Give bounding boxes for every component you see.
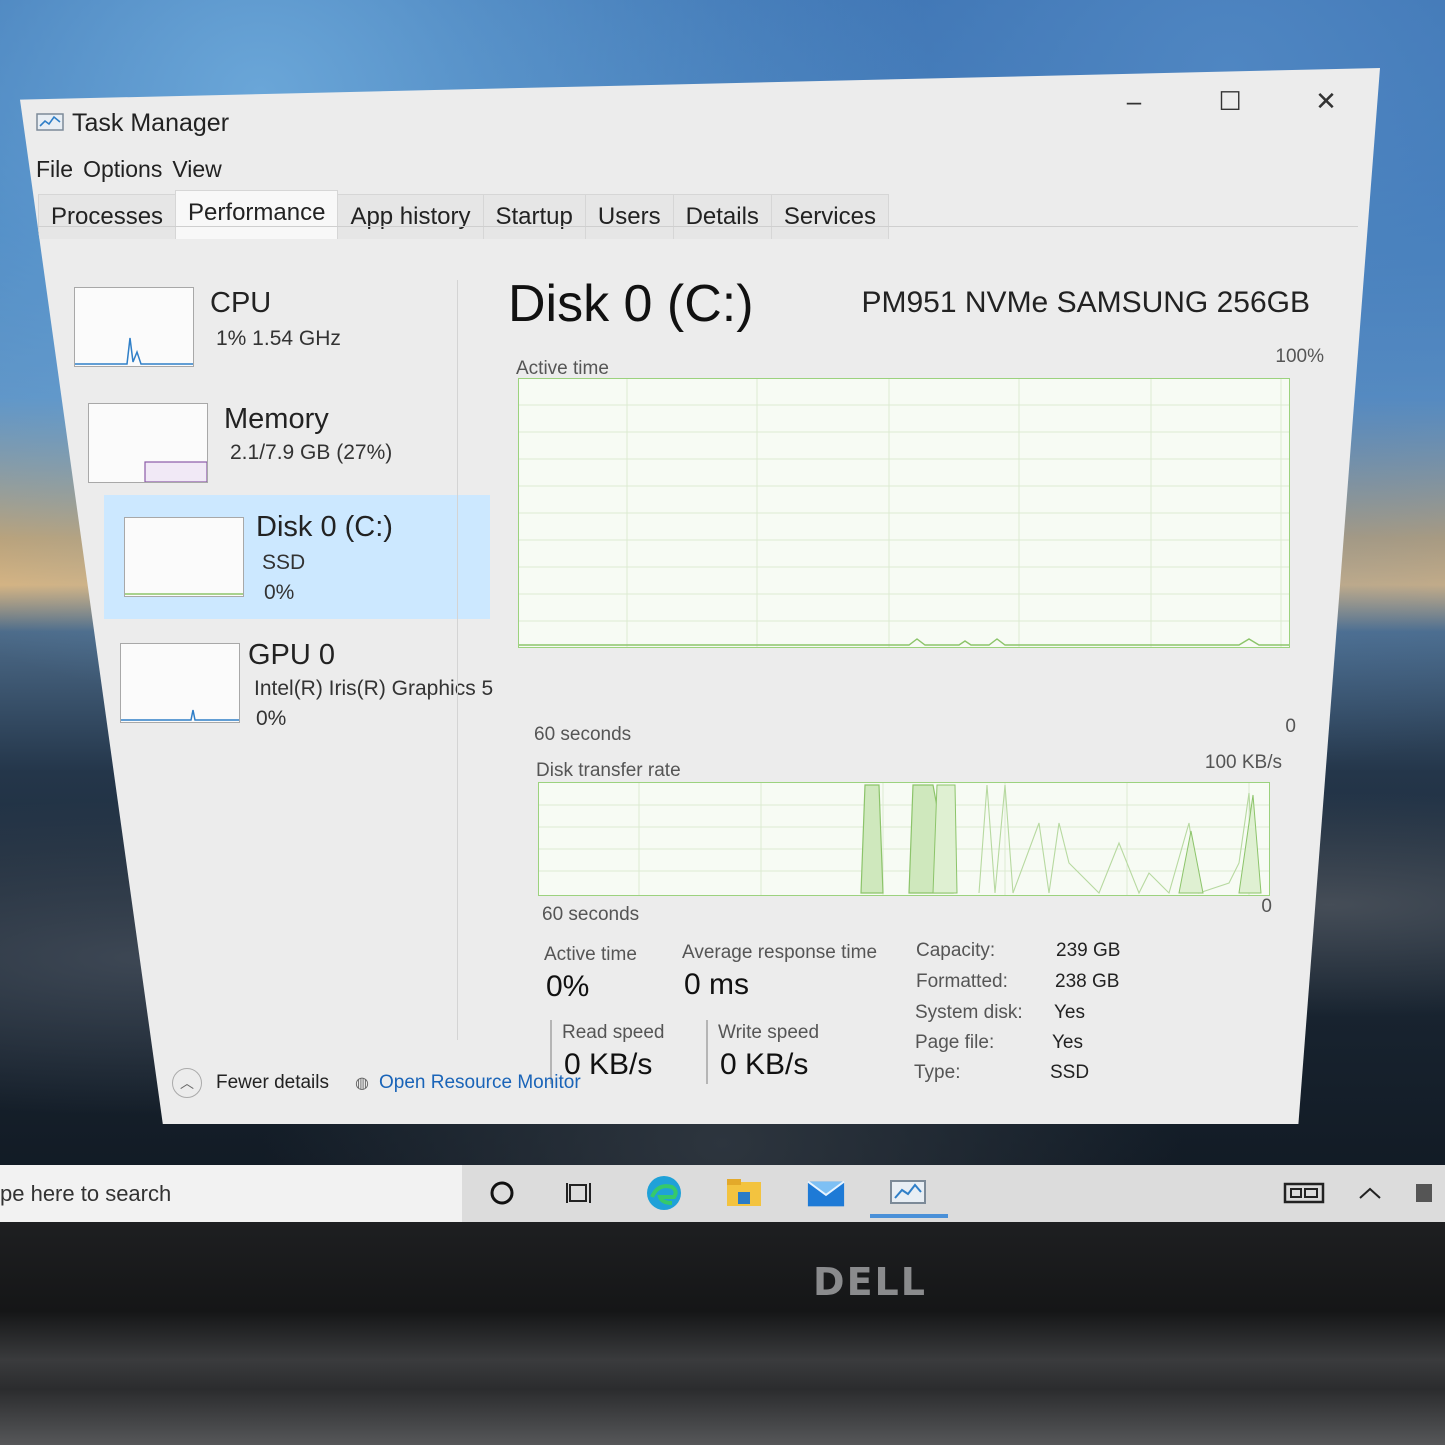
tab-divider xyxy=(38,226,1358,227)
active-time-graph-label: Active time xyxy=(516,358,609,379)
open-resource-monitor-link[interactable]: Open Resource Monitor xyxy=(379,1072,581,1094)
tab-users[interactable]: Users xyxy=(584,194,674,239)
sidebar-item-cpu[interactable]: CPU 1% 1.54 GHz xyxy=(74,281,474,391)
read-speed-label: Read speed xyxy=(562,1022,665,1043)
chevron-up-icon[interactable]: ︿ xyxy=(172,1068,202,1098)
tab-processes[interactable]: Processes xyxy=(38,194,177,239)
task-manager-window: Task Manager – ☐ ✕ File Options View Pro… xyxy=(20,68,1380,1124)
disk-detail-panel: Disk 0 (C:) PM951 NVMe SAMSUNG 256GB Act… xyxy=(508,268,1338,1088)
sidebar-disk-name: Disk 0 (C:) xyxy=(256,511,393,543)
sidebar-item-disk0[interactable]: Disk 0 (C:) SSD 0% xyxy=(104,495,490,619)
sidebar-divider xyxy=(457,280,458,1040)
transfer-rate-graph-label: Disk transfer rate xyxy=(536,760,681,781)
sidebar-cpu-usage: 1% 1.54 GHz xyxy=(216,327,341,350)
transfer-rate-graph xyxy=(538,782,1270,896)
sidebar-item-gpu0[interactable]: GPU 0 Intel(R) Iris(R) Graphics 5 0% xyxy=(120,637,520,747)
menu-view[interactable]: View xyxy=(172,156,221,183)
window-footer: ︿ Fewer details ◍ Open Resource Monitor xyxy=(172,1068,581,1098)
tab-performance[interactable]: Performance xyxy=(175,190,339,239)
tab-strip: Processes Performance App history Startu… xyxy=(38,190,889,239)
type-value: SSD xyxy=(1050,1062,1090,1083)
performance-sidebar: CPU 1% 1.54 GHz Memory 2.1/7.9 GB (27%) … xyxy=(74,273,494,1053)
notification-icon[interactable] xyxy=(1404,1175,1444,1211)
keyboard-icon[interactable] xyxy=(1282,1175,1326,1211)
active-time-label: Active time xyxy=(544,944,637,965)
capacity-label: Capacity: xyxy=(916,940,996,961)
sidebar-memory-usage: 2.1/7.9 GB (27%) xyxy=(230,441,393,464)
window-title: Task Manager xyxy=(72,108,230,137)
minimize-button[interactable]: – xyxy=(1116,86,1152,116)
taskbar-active-indicator xyxy=(870,1214,948,1218)
task-manager-app-icon xyxy=(36,113,64,131)
active-time-graph-min: 0 xyxy=(1285,716,1296,737)
fewer-details-link[interactable]: Fewer details xyxy=(216,1072,329,1094)
cpu-thumbnail-graph xyxy=(74,287,194,367)
tab-services[interactable]: Services xyxy=(770,194,889,239)
active-time-graph xyxy=(518,378,1290,648)
tab-app-history[interactable]: App history xyxy=(337,194,484,239)
formatted-label: Formatted: xyxy=(916,971,1008,992)
laptop-bezel xyxy=(0,1222,1445,1445)
transfer-rate-graph-span: 60 seconds xyxy=(542,904,640,925)
taskbar-search-box[interactable]: pe here to search xyxy=(0,1165,462,1222)
disk-thumbnail-graph xyxy=(124,517,244,597)
task-manager-icon[interactable] xyxy=(888,1175,928,1211)
system-disk-label: System disk: xyxy=(915,1002,1023,1023)
window-controls: – ☐ ✕ xyxy=(1116,86,1344,116)
chevron-up-icon[interactable] xyxy=(1350,1175,1390,1211)
cortana-circle-icon[interactable] xyxy=(482,1175,522,1211)
file-explorer-icon[interactable] xyxy=(724,1175,764,1211)
sidebar-cpu-name: CPU xyxy=(210,287,272,319)
brand-logo: DELL xyxy=(813,1260,927,1304)
tab-details[interactable]: Details xyxy=(672,194,772,239)
formatted-value: 238 GB xyxy=(1055,971,1120,992)
capacity-value: 239 GB xyxy=(1056,940,1121,961)
disk-title: Disk 0 (C:) xyxy=(508,275,754,333)
gpu-thumbnail-graph xyxy=(120,643,240,723)
avg-response-value: 0 ms xyxy=(684,968,750,1001)
page-file-value: Yes xyxy=(1052,1032,1083,1053)
page-file-label: Page file: xyxy=(915,1032,995,1053)
resource-monitor-icon: ◍ xyxy=(355,1075,369,1092)
system-disk-value: Yes xyxy=(1054,1002,1085,1023)
sidebar-disk-type: SSD xyxy=(262,551,306,574)
avg-response-label: Average response time xyxy=(682,942,878,963)
edge-icon[interactable] xyxy=(644,1175,684,1211)
title-bar: Task Manager xyxy=(36,106,229,140)
write-speed-divider xyxy=(706,1020,708,1084)
menu-bar: File Options View xyxy=(36,156,222,183)
tab-startup[interactable]: Startup xyxy=(482,194,586,239)
type-label: Type: xyxy=(914,1062,961,1083)
menu-options[interactable]: Options xyxy=(83,156,162,183)
sidebar-disk-usage: 0% xyxy=(264,581,295,604)
maximize-button[interactable]: ☐ xyxy=(1212,86,1248,116)
sidebar-memory-name: Memory xyxy=(224,403,329,435)
sidebar-item-memory[interactable]: Memory 2.1/7.9 GB (27%) xyxy=(88,397,488,507)
sidebar-gpu-usage: 0% xyxy=(256,707,287,730)
transfer-rate-graph-max: 100 KB/s xyxy=(1204,752,1282,773)
active-time-value: 0% xyxy=(546,970,590,1003)
close-button[interactable]: ✕ xyxy=(1308,86,1344,116)
active-time-graph-span: 60 seconds xyxy=(534,724,632,745)
mail-icon[interactable] xyxy=(806,1175,846,1211)
transfer-rate-graph-min: 0 xyxy=(1261,896,1272,917)
active-time-graph-max: 100% xyxy=(1275,346,1324,367)
write-speed-value: 0 KB/s xyxy=(720,1048,809,1081)
task-view-icon[interactable] xyxy=(560,1175,600,1211)
menu-file[interactable]: File xyxy=(36,156,73,183)
taskbar: pe here to search xyxy=(0,1165,1445,1222)
sidebar-gpu-name: GPU 0 xyxy=(248,639,336,671)
write-speed-label: Write speed xyxy=(718,1022,820,1043)
memory-thumbnail-graph xyxy=(88,403,208,483)
search-placeholder: pe here to search xyxy=(0,1181,172,1206)
disk-model: PM951 NVMe SAMSUNG 256GB xyxy=(861,286,1311,319)
